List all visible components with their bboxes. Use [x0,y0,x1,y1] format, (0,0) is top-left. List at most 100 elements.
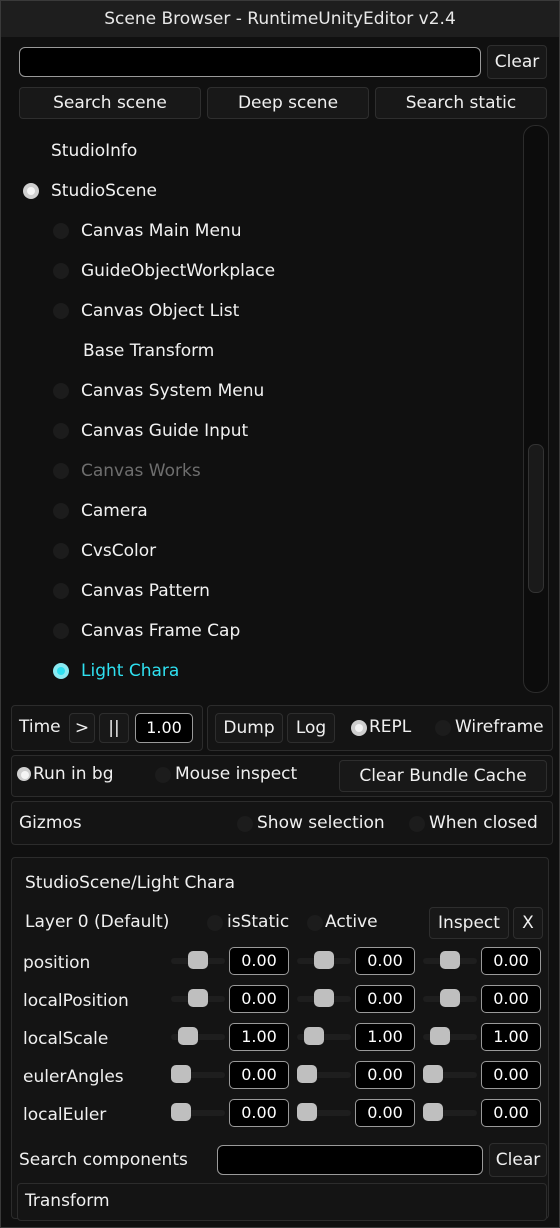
transform-slider[interactable] [297,949,351,971]
transform-slider[interactable] [171,1101,225,1123]
slider-thumb[interactable] [188,951,208,969]
is-static-toggle[interactable] [207,915,223,931]
transform-value-field[interactable]: 1.00 [229,1023,289,1051]
tree-item-toggle[interactable] [53,623,69,639]
tree-item[interactable]: Canvas Works [1,451,521,491]
transform-value-field[interactable]: 0.00 [229,985,289,1013]
transform-value-field[interactable]: 0.00 [481,947,541,975]
transform-slider[interactable] [423,1101,477,1123]
tree-item-toggle[interactable] [53,663,69,679]
tree-item[interactable]: StudioInfo [1,131,521,171]
slider-thumb[interactable] [314,989,334,1007]
tree-item-toggle[interactable] [53,383,69,399]
transform-slider[interactable] [171,987,225,1009]
tree-item-toggle[interactable] [53,223,69,239]
tree-item-toggle[interactable] [53,263,69,279]
component-item[interactable]: Transform [25,1191,110,1211]
tree-scrollbar-thumb[interactable] [528,444,544,593]
tree-item[interactable]: StudioScene [1,171,521,211]
slider-thumb[interactable] [314,951,334,969]
transform-value-field[interactable]: 1.00 [481,1023,541,1051]
transform-slider[interactable] [171,949,225,971]
window-title[interactable]: Scene Browser - RuntimeUnityEditor v2.4 [1,1,559,37]
tree-item[interactable]: Canvas Frame Cap [1,611,521,651]
tree-item-toggle[interactable] [53,423,69,439]
transform-slider[interactable] [423,1025,477,1047]
tree-item[interactable]: Light Chara [1,651,521,691]
close-inspector-button[interactable]: X [513,907,543,939]
transform-value-field[interactable]: 0.00 [481,1061,541,1089]
transform-slider[interactable] [423,987,477,1009]
tree-item-toggle[interactable] [23,183,39,199]
active-toggle[interactable] [307,915,323,931]
slider-thumb[interactable] [304,1027,324,1045]
slider-thumb[interactable] [171,1103,191,1121]
tree-item[interactable]: GuideObjectWorkplace [1,251,521,291]
transform-slider[interactable] [171,1025,225,1047]
search-input[interactable] [19,47,481,77]
tree-item-toggle[interactable] [53,303,69,319]
transform-value-field[interactable]: 0.00 [229,1061,289,1089]
pause-button[interactable]: || [99,713,129,743]
tree-item[interactable]: Canvas Pattern [1,571,521,611]
transform-slider[interactable] [297,1063,351,1085]
transform-slider[interactable] [423,949,477,971]
tree-scrollbar[interactable] [523,125,549,693]
transform-value-field[interactable]: 0.00 [481,985,541,1013]
tree-item-toggle[interactable] [53,503,69,519]
slider-thumb[interactable] [440,989,460,1007]
tree-item-toggle[interactable] [53,463,69,479]
time-scale-input[interactable]: 1.00 [135,713,193,743]
slider-thumb[interactable] [423,1103,443,1121]
transform-value-field[interactable]: 1.00 [355,1023,415,1051]
transform-value-field[interactable]: 0.00 [355,1061,415,1089]
inspect-button[interactable]: Inspect [429,907,509,939]
tree-item[interactable]: Canvas Main Menu [1,211,521,251]
search-clear-button[interactable]: Clear [487,45,547,79]
tree-item[interactable]: Camera [1,491,521,531]
slider-thumb[interactable] [171,1065,191,1083]
play-button[interactable]: > [69,713,95,743]
dump-button[interactable]: Dump [215,713,283,743]
clear-bundle-cache-button[interactable]: Clear Bundle Cache [339,760,547,792]
transform-value-field[interactable]: 0.00 [229,1099,289,1127]
tree-item-toggle[interactable] [53,543,69,559]
transform-slider[interactable] [297,1025,351,1047]
tree-item[interactable]: Base Transform [1,331,521,371]
log-button[interactable]: Log [287,713,335,743]
show-selection-toggle[interactable] [237,816,253,832]
transform-row-label: position [23,953,91,973]
tree-item[interactable]: Canvas System Menu [1,371,521,411]
slider-thumb[interactable] [297,1065,317,1083]
slider-thumb[interactable] [297,1103,317,1121]
transform-value-field[interactable]: 0.00 [229,947,289,975]
search-scene-button[interactable]: Search scene [19,87,201,119]
transform-slider[interactable] [423,1063,477,1085]
when-closed-toggle[interactable] [409,816,425,832]
transform-slider[interactable] [297,1101,351,1123]
transform-slider[interactable] [297,987,351,1009]
slider-thumb[interactable] [188,989,208,1007]
slider-thumb[interactable] [430,1027,450,1045]
tree-item[interactable]: Canvas Guide Input [1,411,521,451]
slider-thumb[interactable] [423,1065,443,1083]
search-components-input[interactable] [217,1145,483,1175]
transform-value-field[interactable]: 0.00 [355,947,415,975]
slider-thumb[interactable] [178,1027,198,1045]
object-tree: StudioInfo StudioScene Canvas Main Menu Gui… [1,131,521,691]
transform-value-field[interactable]: 0.00 [355,1099,415,1127]
transform-value-field[interactable]: 0.00 [355,985,415,1013]
run-in-bg-toggle[interactable] [17,767,31,781]
search-static-button[interactable]: Search static [375,87,547,119]
search-components-clear-button[interactable]: Clear [489,1143,547,1177]
repl-toggle[interactable] [351,720,367,736]
mouse-inspect-toggle[interactable] [155,767,171,783]
tree-item-toggle[interactable] [53,583,69,599]
tree-item[interactable]: CvsColor [1,531,521,571]
tree-item[interactable]: Canvas Object List [1,291,521,331]
deep-scene-button[interactable]: Deep scene [207,87,369,119]
transform-value-field[interactable]: 0.00 [481,1099,541,1127]
wireframe-toggle[interactable] [435,720,451,736]
slider-thumb[interactable] [440,951,460,969]
transform-slider[interactable] [171,1063,225,1085]
